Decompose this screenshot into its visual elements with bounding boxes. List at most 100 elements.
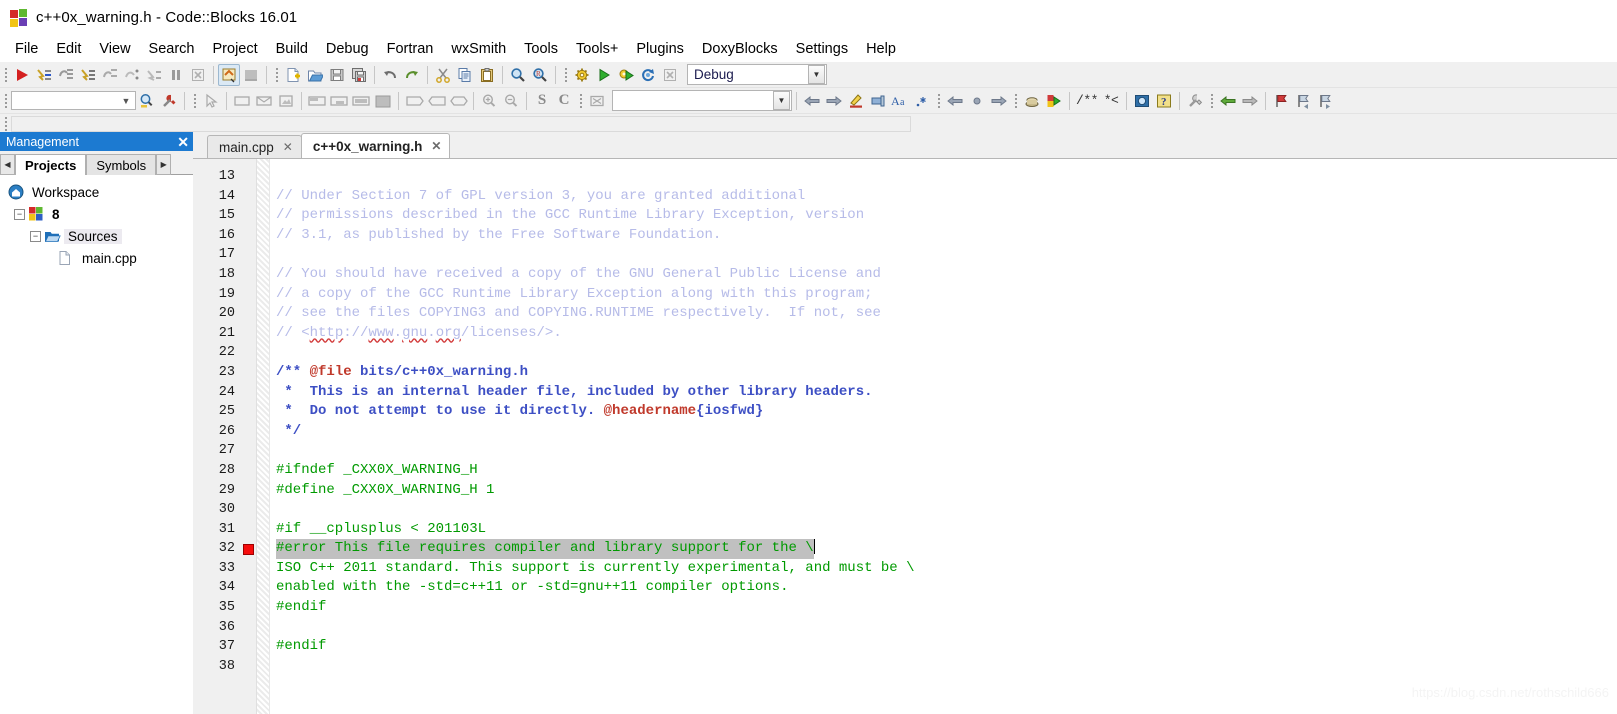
breakpoint-slot[interactable] [241, 324, 256, 344]
save-icon[interactable] [326, 64, 348, 86]
wxsmith-c-icon[interactable]: C [553, 90, 575, 112]
replace-icon[interactable]: R [529, 64, 551, 86]
wxsmith-s-icon[interactable]: S [531, 90, 553, 112]
tab-symbols[interactable]: Symbols [86, 154, 157, 175]
settings-wrench-icon[interactable] [158, 90, 180, 112]
breakpoint-slot[interactable] [241, 363, 256, 383]
tab-to-space-icon[interactable] [911, 90, 933, 112]
chevron-down-icon[interactable]: ▼ [773, 91, 790, 110]
fortran-search-input[interactable]: ▼ [612, 90, 792, 111]
debug-step-out-icon[interactable] [99, 64, 121, 86]
breakpoint-marker[interactable] [241, 539, 256, 559]
fold-slot[interactable] [257, 226, 269, 246]
fold-slot[interactable] [257, 167, 269, 187]
run-icon[interactable] [593, 64, 615, 86]
previous-bookmark-icon[interactable] [1292, 90, 1314, 112]
breakpoint-slot[interactable] [241, 265, 256, 285]
code-line[interactable]: #endif [276, 598, 1617, 618]
code-line[interactable]: #error This file requires compiler and l… [276, 539, 1617, 559]
find-symbol-icon[interactable] [136, 90, 158, 112]
next-changed-line-icon[interactable] [1239, 90, 1261, 112]
tree-item-sources[interactable]: − Sources [6, 225, 193, 247]
pointer-select-icon[interactable] [200, 90, 222, 112]
menu-item-project[interactable]: Project [204, 39, 267, 59]
tabs-scroll-left-icon[interactable]: ◀ [0, 154, 15, 175]
debug-run-to-cursor-icon[interactable] [33, 64, 55, 86]
debug-stop-icon[interactable] [187, 64, 209, 86]
close-icon[interactable]: ✕ [431, 139, 441, 153]
code-line[interactable] [276, 441, 1617, 461]
breakpoint-slot[interactable] [241, 618, 256, 638]
align-top-icon[interactable] [306, 90, 328, 112]
fold-slot[interactable] [257, 657, 269, 677]
code-line[interactable]: enabled with the -std=c++11 or -std=gnu+… [276, 578, 1617, 598]
browse-current-icon[interactable] [966, 90, 988, 112]
abort-build-icon[interactable] [659, 64, 681, 86]
breakpoint-slot[interactable] [241, 559, 256, 579]
undo-icon[interactable] [379, 64, 401, 86]
nav-forward-icon[interactable] [823, 90, 845, 112]
toolbar-grip-browse[interactable] [935, 91, 942, 111]
fold-slot[interactable] [257, 539, 269, 559]
doxyblocks-config-icon[interactable] [1184, 90, 1206, 112]
build-and-run-icon[interactable] [615, 64, 637, 86]
breakpoint-slot[interactable] [241, 441, 256, 461]
next-bookmark-icon[interactable] [1314, 90, 1336, 112]
menu-item-tools[interactable]: Tools [515, 39, 567, 59]
fold-slot[interactable] [257, 343, 269, 363]
breakpoint-slot[interactable] [241, 637, 256, 657]
fold-slot[interactable] [257, 578, 269, 598]
code-line[interactable]: #if __cplusplus < 201103L [276, 520, 1617, 540]
place-into-icon[interactable] [425, 90, 447, 112]
doxyblocks-html-icon[interactable] [1131, 90, 1153, 112]
toolbar-grip-filler[interactable] [2, 114, 9, 134]
code-line[interactable]: */ [276, 422, 1617, 442]
save-all-icon[interactable] [348, 64, 370, 86]
align-bottom-icon[interactable] [328, 90, 350, 112]
code-editor[interactable]: 13 14 15 16 17 18 19 20 21 22 23 24 25 26 27 28 29 30 31 32… [193, 158, 1617, 714]
code-line[interactable] [276, 500, 1617, 520]
debug-break-icon[interactable] [165, 64, 187, 86]
toolbar-grip-doxyblocks[interactable] [1012, 91, 1019, 111]
toggle-bookmark-icon[interactable] [1270, 90, 1292, 112]
redo-icon[interactable] [401, 64, 423, 86]
fold-slot[interactable] [257, 461, 269, 481]
prev-changed-line-icon[interactable] [1217, 90, 1239, 112]
code-line[interactable] [276, 343, 1617, 363]
code-line[interactable]: * Do not attempt to use it directly. @he… [276, 402, 1617, 422]
close-icon[interactable]: ✕ [177, 135, 189, 149]
menu-item-help[interactable]: Help [857, 39, 905, 59]
code-line[interactable] [276, 657, 1617, 677]
breakpoint-icon[interactable] [243, 543, 254, 555]
breakpoint-gutter[interactable] [241, 159, 257, 714]
code-line[interactable]: // You should have received a copy of th… [276, 265, 1617, 285]
breakpoint-slot[interactable] [241, 500, 256, 520]
code-line[interactable]: // Under Section 7 of GPL version 3, you… [276, 187, 1617, 207]
nav-back-icon[interactable] [801, 90, 823, 112]
breakpoint-slot[interactable] [241, 226, 256, 246]
rebuild-icon[interactable] [637, 64, 659, 86]
tree-item-workspace[interactable]: Workspace [6, 181, 193, 203]
code-line[interactable]: // permissions described in the GCC Runt… [276, 206, 1617, 226]
fold-slot[interactable] [257, 637, 269, 657]
breakpoint-slot[interactable] [241, 657, 256, 677]
close-icon[interactable]: ✕ [283, 140, 293, 154]
cut-icon[interactable] [432, 64, 454, 86]
copy-icon[interactable] [454, 64, 476, 86]
toolbar-grip-codecompletion[interactable] [2, 91, 9, 111]
menu-item-view[interactable]: View [90, 39, 139, 59]
code-line[interactable]: #ifndef _CXX0X_WARNING_H [276, 461, 1617, 481]
menu-item-tools-[interactable]: Tools+ [567, 39, 627, 59]
menu-item-file[interactable]: File [6, 39, 47, 59]
highlight-icon[interactable] [845, 90, 867, 112]
code-line[interactable]: * This is an internal header file, inclu… [276, 383, 1617, 403]
chevron-down-icon[interactable]: ▼ [808, 65, 825, 84]
breakpoint-slot[interactable] [241, 304, 256, 324]
fold-slot[interactable] [257, 187, 269, 207]
toolbar-grip-fortran[interactable] [577, 91, 584, 111]
tab-projects[interactable]: Projects [15, 154, 87, 175]
zoom-out-icon[interactable] [500, 90, 522, 112]
doxyblocks-block-comment-icon[interactable]: /** [1074, 90, 1100, 112]
fold-slot[interactable] [257, 559, 269, 579]
browse-back-icon[interactable] [944, 90, 966, 112]
